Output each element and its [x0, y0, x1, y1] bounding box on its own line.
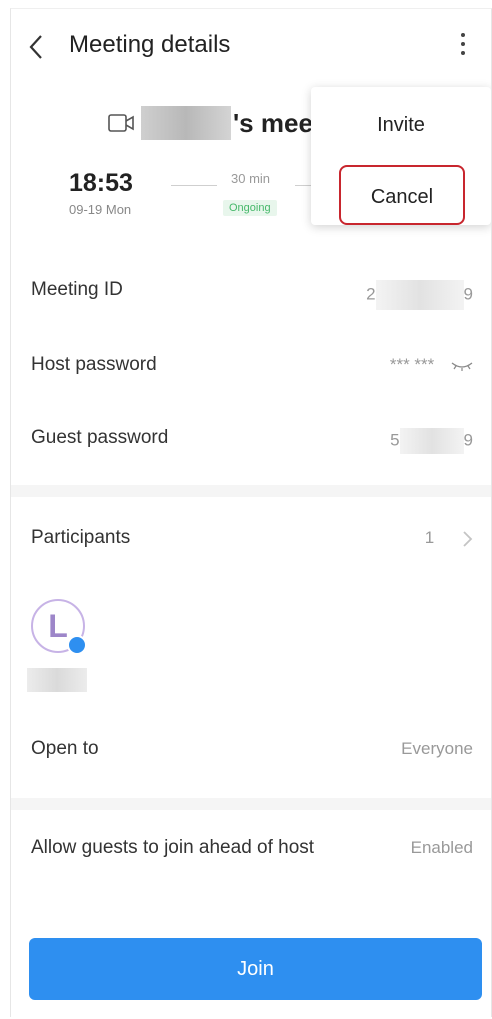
guests-ahead-value: Enabled — [410, 838, 473, 857]
meeting-id-label: Meeting ID — [31, 279, 123, 300]
menu-item-cancel[interactable]: Cancel — [339, 165, 465, 225]
more-menu: Invite Cancel — [311, 87, 491, 225]
participants-label: Participants — [31, 527, 131, 548]
video-camera-icon — [108, 114, 134, 132]
meeting-title-text: 's mee — [233, 107, 313, 138]
duration-line — [171, 185, 217, 186]
guests-ahead-label: Allow guests to join ahead of host — [31, 837, 315, 858]
guest-password-label: Guest password — [31, 427, 169, 448]
participants-count: 1 — [424, 528, 435, 547]
status-badge: Ongoing — [223, 200, 277, 216]
join-button[interactable]: Join — [29, 938, 482, 1000]
menu-item-invite[interactable]: Invite — [311, 114, 491, 137]
open-to-label: Open to — [31, 738, 99, 759]
user-badge-icon — [67, 635, 87, 655]
host-password-label: Host password — [31, 354, 157, 375]
back-icon[interactable] — [25, 33, 49, 61]
duration: 30 min — [231, 171, 271, 186]
eye-closed-icon[interactable] — [451, 360, 473, 372]
chevron-right-icon — [463, 530, 473, 547]
guest-password-row: Guest password 59 — [11, 409, 491, 469]
start-time: 18:53 — [69, 169, 133, 197]
more-vertical-icon[interactable] — [453, 29, 473, 63]
open-to-value: Everyone — [401, 739, 473, 758]
section-divider — [11, 485, 491, 497]
participants-count-wrap: 1 — [425, 528, 473, 548]
meeting-id-start: 2 — [366, 284, 376, 304]
meeting-title: 's mee — [107, 103, 313, 143]
meeting-id-end: 9 — [463, 284, 473, 304]
host-password-value: *** *** — [390, 355, 473, 375]
section-divider — [11, 798, 491, 810]
app-frame: Meeting details 's mee 18:53 09-19 Mon 3… — [10, 8, 492, 1017]
meeting-id-value: 29 — [366, 280, 473, 310]
participants-row[interactable]: Participants 1 — [11, 509, 491, 569]
host-name-redacted — [141, 106, 231, 140]
participant-name-redacted — [27, 668, 87, 692]
page-title: Meeting details — [69, 31, 231, 58]
meeting-id-row: Meeting ID 29 — [11, 261, 491, 321]
open-to-row[interactable]: Open to Everyone — [11, 720, 491, 780]
meeting-id-redacted — [375, 280, 464, 310]
guest-password-start: 5 — [390, 430, 400, 450]
guest-password-end: 9 — [463, 430, 473, 450]
guest-password-value: 59 — [390, 428, 473, 454]
host-password-row: Host password *** *** — [11, 336, 491, 396]
host-password-masked: *** *** — [389, 355, 435, 374]
avatar[interactable]: L — [31, 599, 87, 655]
guests-ahead-row[interactable]: Allow guests to join ahead of host Enabl… — [11, 821, 491, 901]
guest-password-redacted — [399, 428, 464, 454]
start-date: 09-19 Mon — [69, 202, 132, 217]
header: Meeting details — [11, 9, 491, 85]
